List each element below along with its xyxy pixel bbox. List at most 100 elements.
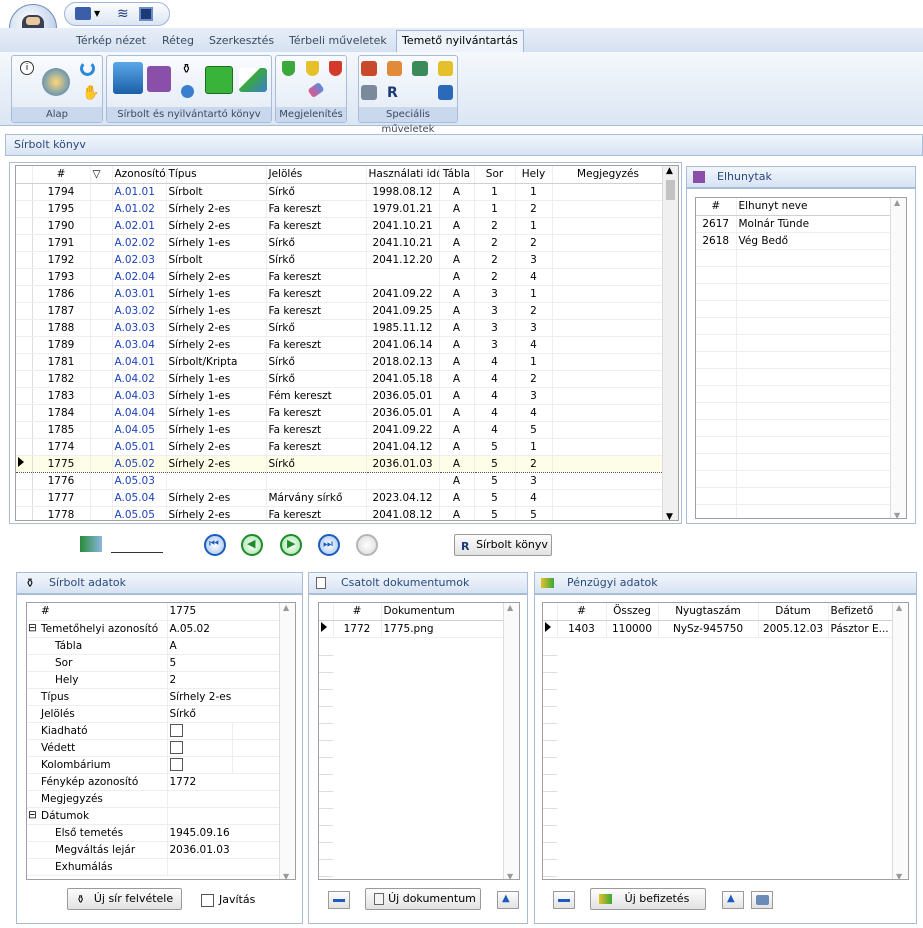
move-up-document-button[interactable]: ▲ [497,891,519,909]
users-icon[interactable] [361,61,377,76]
documents-grid[interactable]: # Dokumentum 1772 1775.png ▲ ▼ [318,602,520,880]
move-up-payment-button[interactable]: ▲ [722,891,744,909]
property-row[interactable]: Jelölés Sírkő [27,705,282,723]
column-header[interactable]: Összeg [606,603,659,621]
row-indicator[interactable] [16,268,33,286]
property-checkbox[interactable] [169,758,183,771]
property-row[interactable]: Kolombárium [27,756,282,774]
property-row[interactable]: Fénykép azonosító 1772 [27,773,282,791]
property-row[interactable]: Kiadható [27,722,282,740]
new-grave-button[interactable]: ⚱ Új sír felvétele [67,888,182,910]
row-indicator[interactable] [16,336,33,354]
property-value[interactable] [167,790,282,808]
eraser-icon[interactable] [307,81,325,99]
property-value[interactable]: 5 [167,654,282,672]
table-row[interactable]: 1792 A.02.03 Sírbolt Sírkő 2041.12.20 A 2 3 [16,251,665,269]
filter-icon[interactable]: ▽ [93,168,101,180]
table-row[interactable]: 1776 A.05.03 A 5 3 [16,472,665,490]
remove-payment-button[interactable] [553,891,575,909]
grave-icon[interactable]: ⚱ [181,62,192,77]
row-indicator[interactable] [16,183,33,201]
table-row[interactable]: 1782 A.04.02 Sírhely 1-es Sírkő 2041.05.18 A 4… [16,370,665,388]
remove-document-button[interactable] [328,891,350,909]
record-counter[interactable] [111,552,163,553]
row-indicator[interactable] [543,620,558,638]
save-icon[interactable] [139,7,153,21]
property-grid[interactable]: #1775 ⊟ Temetőhelyi azonosító A.05.02 Tábla A… [26,602,296,880]
table-row[interactable]: 1772 1775.png [319,620,506,638]
row-indicator[interactable] [16,285,33,303]
property-row[interactable]: #1775 [27,603,282,621]
shield-red-icon[interactable] [329,61,342,76]
main-grid[interactable]: # ▽ Azonosító Típus Jelölés Használati idő Táb… [15,165,679,521]
filter-column-header[interactable]: ▽ [90,166,113,184]
tab-reteg[interactable]: Réteg [162,34,194,47]
property-row[interactable]: Tábla A [27,637,282,655]
column-header[interactable]: Sor [474,166,516,184]
open-folder-icon[interactable] [75,7,91,20]
table-row[interactable]: 1774 A.05.01 Sírhely 2-es Fa kereszt 2041.04… [16,438,665,456]
row-indicator[interactable] [319,620,334,638]
scroll-up-icon[interactable]: ▲ [666,166,673,176]
new-document-button[interactable]: Új dokumentum [365,888,481,910]
register-book-icon[interactable] [113,62,143,94]
globe-small-icon[interactable] [181,85,194,98]
column-header[interactable]: # [32,166,91,184]
deceased-grid[interactable]: # Elhunyt neve 2617 Molnár Tünde 2618 Vég Be… [695,197,907,519]
column-header[interactable]: Azonosító [112,166,167,184]
property-row[interactable]: ⊟ Dátumok [27,807,282,825]
column-header[interactable]: Megjegyzés [552,166,665,184]
property-row[interactable]: Megjegyzés [27,790,282,808]
info-icon[interactable]: i [20,61,34,75]
id-card-icon[interactable] [412,61,428,76]
chevron-down-icon[interactable]: ▼ [94,9,100,18]
table-row[interactable]: 1785 A.04.05 Sírhely 1-es Fa kereszt 2041.09… [16,421,665,439]
property-value[interactable]: A.05.02 [167,620,282,638]
column-header[interactable]: # [696,198,737,216]
scroll-thumb[interactable] [666,180,675,200]
tab-szerkesztes[interactable]: Szerkesztés [209,34,274,47]
sirbolt-konyv-button[interactable]: R Sírbolt könyv [454,534,552,556]
scroll-down-icon[interactable]: ▼ [666,512,673,520]
column-header[interactable]: Dokumentum [381,603,506,621]
property-row[interactable]: Exhumálás [27,858,282,876]
row-indicator[interactable] [16,217,33,235]
row-indicator[interactable] [16,454,33,473]
column-header[interactable]: Dátum [758,603,829,621]
row-indicator[interactable] [16,387,33,405]
property-value[interactable] [167,739,233,757]
property-row[interactable]: Megváltás lejár 2036.01.03 [27,841,282,859]
column-header[interactable]: Tábla [439,166,475,184]
row-indicator[interactable] [16,472,33,490]
prev-record-button[interactable]: ◀ [241,534,263,556]
tools-icon[interactable] [361,85,377,100]
finance-grid[interactable]: # Összeg Nyugtaszám Dátum Befizető 1403 11000… [542,602,909,880]
finance-scrollbar[interactable]: ▲ ▼ [892,603,908,879]
property-row[interactable]: Első temetés 1945.09.16 [27,824,282,842]
shield-green-icon[interactable] [282,61,295,76]
row-indicator[interactable] [16,319,33,337]
table-row[interactable]: 1793 A.02.04 Sírhely 2-es Fa kereszt A 2 4 [16,268,665,286]
property-value[interactable]: 1945.09.16 [167,824,282,842]
chart-icon[interactable] [239,68,267,92]
documents-scrollbar[interactable]: ▲ ▼ [503,603,519,879]
column-header[interactable]: Típus [166,166,267,184]
globe-icon[interactable] [42,68,70,96]
row-indicator[interactable] [16,404,33,422]
first-record-button[interactable]: ⏮ [204,534,226,556]
column-header[interactable]: Jelölés [266,166,367,184]
property-row[interactable]: Típus Sírhely 2-es [27,688,282,706]
column-header[interactable]: Elhunyt neve [736,198,892,216]
property-value[interactable]: Sírhely 2-es [167,688,282,706]
row-indicator[interactable] [16,234,33,252]
list-item[interactable]: 2618 Vég Bedő [696,232,892,250]
property-value[interactable]: Sírkő [167,705,282,723]
property-scrollbar[interactable]: ▲ ▼ [279,603,295,879]
new-payment-button[interactable]: Új befizetés [590,888,706,910]
table-row[interactable]: 1783 A.04.03 Sírhely 1-es Fém kereszt 2036.0… [16,387,665,405]
edit-checkbox[interactable] [201,893,214,907]
row-indicator[interactable] [16,353,33,371]
column-header[interactable]: Hely [515,166,553,184]
table-row[interactable]: 1790 A.02.01 Sírhely 2-es Fa kereszt 2041.10… [16,217,665,235]
table-row[interactable]: 1784 A.04.04 Sírhely 1-es Fa kereszt 2036.05… [16,404,665,422]
